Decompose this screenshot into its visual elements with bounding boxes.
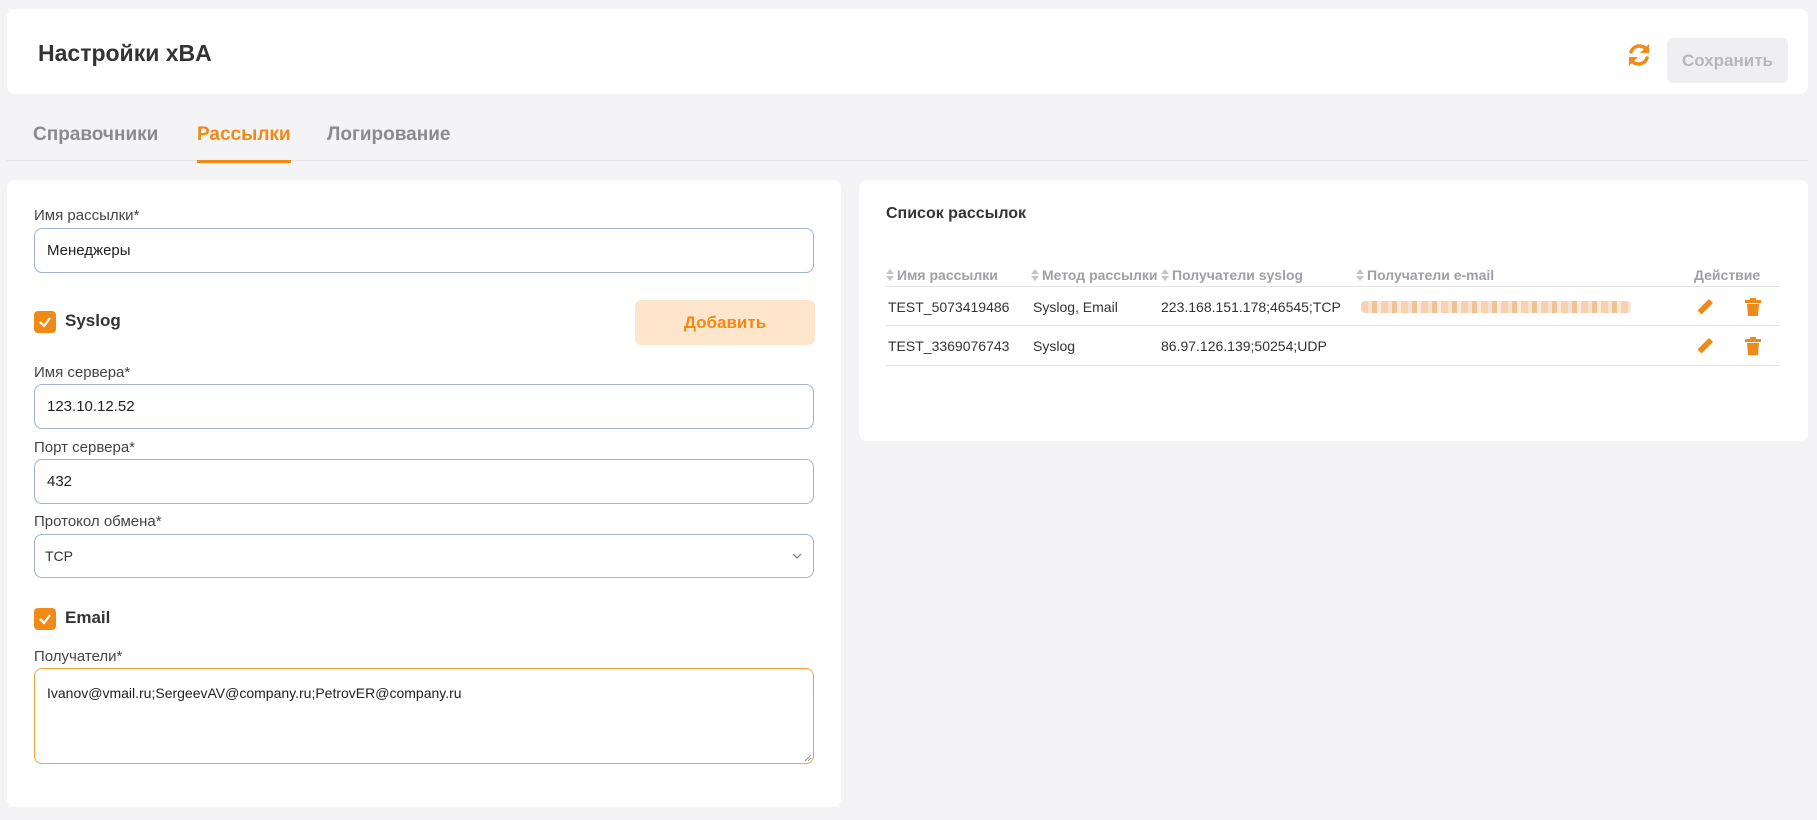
check-icon [39, 317, 51, 328]
mailing-list-panel: Список рассылок Имя рассылки Метод рассы… [859, 180, 1808, 441]
column-header-syslog[interactable]: Получатели syslog [1161, 267, 1303, 283]
row-name: TEST_5073419486 [888, 299, 1010, 315]
save-button[interactable]: Сохранить [1667, 38, 1788, 83]
trash-icon[interactable] [1742, 296, 1764, 318]
check-icon [39, 614, 51, 625]
page-title: Настройки xBA [38, 40, 212, 66]
server-name-label: Имя сервера* [34, 364, 131, 381]
protocol-label: Протокол обмена* [34, 513, 162, 530]
row-method: Syslog, Email [1033, 299, 1118, 315]
sort-icon [1161, 269, 1169, 281]
recipients-textarea[interactable]: Ivanov@vmail.ru;SergeevAV@company.ru;Pet… [34, 668, 814, 764]
tab-bar: Справочники Рассылки Логирование [7, 112, 1808, 163]
email-label: Email [65, 608, 111, 627]
page-header: Настройки xBA Сохранить [7, 9, 1808, 94]
sort-icon [886, 269, 894, 281]
column-header-label: Действие [1694, 267, 1761, 283]
table-row: TEST_3369076743 Syslog 86.97.126.139;502… [886, 326, 1780, 366]
table-row: TEST_5073419486 Syslog, Email 223.168.15… [886, 286, 1780, 326]
column-header-email[interactable]: Получатели e-mail [1356, 267, 1494, 283]
column-header-label: Получатели syslog [1172, 267, 1304, 283]
row-name: TEST_3369076743 [888, 338, 1010, 354]
add-button[interactable]: Добавить [635, 300, 815, 345]
column-header-label: Имя рассылки [897, 267, 998, 283]
tab-directories[interactable]: Справочники [33, 124, 158, 160]
syslog-label: Syslog [65, 311, 121, 330]
email-checkbox[interactable] [34, 608, 56, 630]
sort-icon [1356, 269, 1364, 281]
column-header-name[interactable]: Имя рассылки [886, 267, 998, 283]
column-header-method[interactable]: Метод рассылки [1031, 267, 1157, 283]
column-header-action: Действие [1694, 267, 1760, 283]
trash-icon[interactable] [1742, 335, 1764, 357]
column-header-label: Получатели e-mail [1367, 267, 1495, 283]
refresh-icon [1629, 44, 1649, 66]
mailing-name-input[interactable]: Менеджеры [34, 228, 814, 273]
row-syslog: 86.97.126.139;50254;UDP [1161, 338, 1327, 354]
column-header-label: Метод рассылки [1042, 267, 1158, 283]
resize-handle-icon[interactable] [804, 754, 812, 762]
syslog-checkbox[interactable] [34, 311, 56, 333]
server-port-input[interactable]: 432 [34, 459, 814, 504]
tab-mailings[interactable]: Рассылки [197, 124, 291, 163]
protocol-value: TCP [45, 548, 73, 564]
recipients-label: Получатели* [34, 648, 123, 665]
list-title: Список рассылок [886, 205, 1027, 222]
refresh-button[interactable] [1618, 34, 1660, 76]
sort-icon [1031, 269, 1039, 281]
mailing-name-label: Имя рассылки* [34, 207, 140, 224]
chevron-down-icon [792, 553, 802, 559]
pencil-icon[interactable] [1694, 296, 1716, 318]
row-email-blurred [1361, 301, 1631, 313]
server-port-label: Порт сервера* [34, 439, 136, 456]
server-name-input[interactable]: 123.10.12.52 [34, 384, 814, 429]
mailing-form-panel: Имя рассылки* Менеджеры Syslog Добавить … [7, 180, 841, 807]
row-syslog: 223.168.151.178;46545;TCP [1161, 299, 1341, 315]
row-method: Syslog [1033, 338, 1076, 354]
pencil-icon[interactable] [1694, 335, 1716, 357]
tab-logging[interactable]: Логирование [327, 124, 450, 160]
protocol-select[interactable]: TCP [34, 534, 814, 578]
